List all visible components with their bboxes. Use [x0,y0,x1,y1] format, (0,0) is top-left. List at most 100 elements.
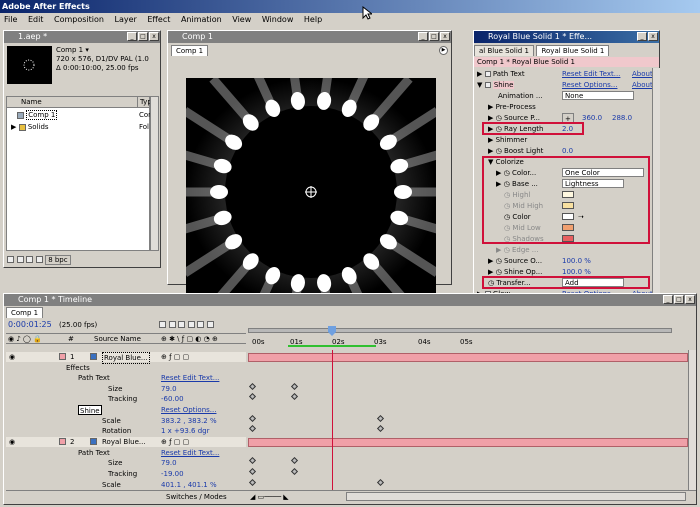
minimize-button[interactable]: _ [663,295,673,304]
layer2-tracking-value[interactable]: -19.00 [161,469,184,479]
effect-shine[interactable]: ▼ Shine [477,80,515,90]
keyframe-icon[interactable] [248,382,257,391]
keyframe-icon[interactable] [376,424,385,433]
close-button[interactable]: x [685,295,695,304]
keyframe-icon[interactable] [376,414,385,423]
layer1-tracking-value[interactable]: -60.00 [161,394,184,404]
menu-window[interactable]: Window [262,15,294,24]
mouse-cursor-icon [362,6,372,20]
keyframe-icon[interactable] [248,467,257,476]
new-folder-icon[interactable] [16,256,24,263]
source-point-y[interactable]: 288.0 [612,113,632,123]
work-area-bar[interactable] [248,328,672,333]
layer1-effects[interactable]: Effects [66,363,90,373]
animation-dropdown[interactable]: None [562,91,634,100]
menu-view[interactable]: View [232,15,251,24]
column-source-name[interactable]: Source Name [94,334,141,344]
interpret-footage-icon[interactable] [7,256,14,263]
bpc-button[interactable]: 8 bpc [45,255,71,265]
preprocess-group[interactable]: ▶ Pre-Process [488,102,536,112]
maximize-button[interactable]: □ [138,32,148,41]
close-button[interactable]: x [440,32,450,41]
path-text-about[interactable]: About [632,69,653,79]
zoom-slider[interactable]: ◢ ▭──── ◣ [250,492,289,502]
track-area[interactable] [248,350,688,490]
layer2-path-text[interactable]: Path Text [78,448,110,458]
tab-effects-prev[interactable]: al Blue Solid 1 [474,45,534,56]
new-comp-icon[interactable] [26,256,34,263]
project-item-comp1[interactable]: Comp 1 Com [17,110,155,120]
layer1-scale-value[interactable]: 383.2 , 383.2 % [161,416,217,426]
effects-scrollbar[interactable] [652,68,660,295]
keyframe-icon[interactable] [248,478,257,487]
path-text-reset[interactable]: Reset Edit Text... [562,69,620,79]
horizontal-scrollbar[interactable] [346,492,686,501]
composition-icon [17,111,24,119]
close-button[interactable]: x [648,32,658,41]
keyframe-icon[interactable] [248,424,257,433]
project-scrollbar[interactable] [150,96,159,251]
effect-path-text[interactable]: ▶ Path Text [477,69,525,79]
menu-composition[interactable]: Composition [54,15,104,24]
current-time-indicator-icon[interactable] [328,326,336,336]
draft-3d-icon[interactable] [197,321,205,328]
keyframe-icon[interactable] [290,382,299,391]
switches-modes-toggle[interactable]: Switches / Modes [166,492,227,502]
project-item-solids[interactable]: ▶ Solids Fol [11,122,149,132]
layer2-path-text-reset[interactable]: Reset Edit Text... [161,448,219,458]
menu-edit[interactable]: Edit [28,15,44,24]
comp-menu-arrow-icon[interactable]: ▶ [439,46,448,55]
keyframe-icon[interactable] [248,392,257,401]
layer1-size-value[interactable]: 79.0 [161,384,177,394]
menu-effect[interactable]: Effect [147,15,170,24]
timeline-scrollbar[interactable] [688,350,696,490]
keyframe-icon[interactable] [290,392,299,401]
source-opacity-value[interactable]: 100.0 % [562,256,591,266]
trash-icon[interactable] [35,256,43,263]
comp-marker-icon[interactable] [159,321,166,328]
layer1-rotation-value[interactable]: 1 x +93.6 dgr [161,426,210,436]
layer2-bar[interactable] [248,438,688,447]
motion-blur-icon[interactable] [187,321,195,328]
minimize-button[interactable]: _ [127,32,137,41]
layer1-path-text[interactable]: Path Text [78,373,110,383]
shy-icon[interactable] [168,321,176,328]
menu-layer[interactable]: Layer [115,15,137,24]
layer1-shine[interactable]: Shine [78,405,102,415]
source-point-x[interactable]: 360.0 [582,113,602,123]
tab-timeline-comp1[interactable]: Comp 1 [6,307,44,318]
graph-icon[interactable] [206,321,214,328]
keyframe-icon[interactable] [290,456,299,465]
column-name[interactable]: Name [21,97,42,107]
layer1-bar[interactable] [248,353,688,362]
tab-comp1[interactable]: Comp 1 [171,45,209,56]
keyframe-icon[interactable] [290,467,299,476]
layer1-shine-reset[interactable]: Reset Options... [161,405,216,415]
shine-about[interactable]: About [632,80,653,90]
frame-blend-icon[interactable] [178,321,186,328]
menu-help[interactable]: Help [304,15,322,24]
layer2-scale-value[interactable]: 401.1 , 401.1 % [161,480,217,490]
tab-effects-current[interactable]: Royal Blue Solid 1 [536,45,610,56]
current-time[interactable]: 0:00:01:25 [8,320,52,330]
minimize-button[interactable]: _ [418,32,428,41]
maximize-button[interactable]: □ [429,32,439,41]
menu-animation[interactable]: Animation [181,15,222,24]
keyframe-icon[interactable] [248,414,257,423]
keyframe-icon[interactable] [248,456,257,465]
boost-light-value[interactable]: 0.0 [562,146,573,156]
time-ruler[interactable]: 00s 01s 02s 03s 04s 05s [248,324,674,348]
layer2-size-value[interactable]: 79.0 [161,458,177,468]
menu-file[interactable]: File [4,15,17,24]
shine-reset[interactable]: Reset Options... [562,80,617,90]
comp-viewer[interactable] [161,42,461,342]
layer1-path-text-reset[interactable]: Reset Edit Text... [161,373,219,383]
keyframe-icon[interactable] [376,478,385,487]
layer-row-2[interactable]: ◉ 2 Royal Blue... ⊕ ƒ ▢ ▢ [6,437,246,447]
minimize-button[interactable]: _ [637,32,647,41]
maximize-button[interactable]: □ [674,295,684,304]
layer-row-1[interactable]: ◉ 1 Royal Blue... ⊕ ƒ ▢ ▢ [6,352,246,364]
shimmer-group[interactable]: ▶ Shimmer [488,135,527,145]
layer1-tracking: Tracking [108,395,138,403]
close-button[interactable]: x [149,32,159,41]
